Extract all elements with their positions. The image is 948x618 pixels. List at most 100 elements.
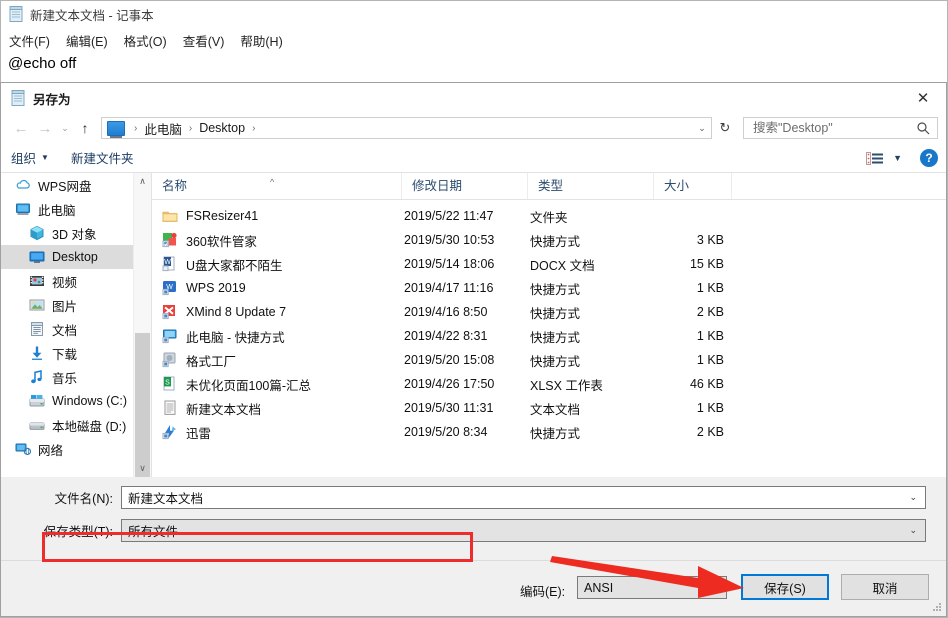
sidebar-item-0[interactable]: WPS网盘: [1, 173, 151, 197]
file-type-cell: 快捷方式: [528, 303, 654, 322]
menu-edit[interactable]: 编辑(E): [66, 31, 108, 50]
file-size-cell: 1 KB: [654, 353, 728, 367]
sidebar-item-5[interactable]: 图片: [1, 293, 151, 317]
search-input[interactable]: [751, 120, 915, 136]
resize-grip-icon[interactable]: [932, 603, 942, 613]
dialog-titlebar: 另存为 ✕: [1, 83, 946, 113]
file-name-label: 未优化页面100篇-汇总: [186, 375, 311, 394]
download-icon: [29, 345, 45, 361]
up-icon[interactable]: ↑: [73, 116, 97, 140]
sidebar-item-label: WPS网盘: [38, 176, 91, 195]
save-button[interactable]: 保存(S): [741, 574, 829, 600]
filename-value: 新建文本文档: [122, 488, 203, 507]
file-type-cell: 快捷方式: [528, 423, 654, 442]
new-folder-button[interactable]: 新建文件夹: [71, 148, 134, 167]
file-type-cell: 快捷方式: [528, 231, 654, 250]
sidebar-item-label: 网络: [38, 440, 63, 459]
sidebar-item-4[interactable]: 视频: [1, 269, 151, 293]
word-doc-icon: W: [162, 256, 178, 272]
file-date-cell: 2019/5/20 8:34: [402, 425, 528, 439]
navigation-scrollbar[interactable]: ∧ ∨: [133, 173, 151, 477]
file-name-cell: FSResizer41: [152, 208, 402, 224]
sidebar-item-label: Windows (C:): [52, 394, 127, 408]
file-name-label: 360软件管家: [186, 231, 257, 250]
sidebar-item-label: 此电脑: [38, 200, 76, 219]
file-date-cell: 2019/5/30 10:53: [402, 233, 528, 247]
sidebar-item-10[interactable]: 本地磁盘 (D:): [1, 413, 151, 437]
organize-button[interactable]: 组织 ▼: [11, 148, 49, 167]
back-icon[interactable]: ←: [9, 116, 33, 140]
sidebar-item-label: 视频: [52, 272, 77, 291]
column-header-date[interactable]: 修改日期: [402, 173, 528, 199]
cube-icon: [29, 225, 45, 241]
folder-icon: [162, 208, 178, 224]
sidebar-item-label: 图片: [52, 296, 77, 315]
sidebar-item-6[interactable]: 文档: [1, 317, 151, 341]
sidebar-item-9[interactable]: Windows (C:): [1, 389, 151, 413]
refresh-icon[interactable]: ↻: [713, 116, 737, 140]
sidebar-item-3[interactable]: Desktop: [1, 245, 151, 269]
chevron-down-icon[interactable]: ⌄: [909, 492, 917, 503]
recent-locations-icon[interactable]: ⌄: [57, 123, 73, 134]
new-folder-label: 新建文件夹: [71, 148, 134, 167]
file-name-cell: WWPS 2019: [152, 280, 402, 296]
table-row[interactable]: 新建文本文档2019/5/30 11:31文本文档1 KB: [152, 396, 946, 420]
encoding-select[interactable]: ANSI: [577, 576, 727, 599]
chevron-down-icon[interactable]: ▼: [893, 153, 902, 163]
file-name-cell: 此电脑 - 快捷方式: [152, 327, 402, 346]
column-header-size[interactable]: 大小: [654, 173, 732, 199]
breadcrumb-item-desktop[interactable]: Desktop: [197, 121, 247, 135]
table-row[interactable]: 360软件管家2019/5/30 10:53快捷方式3 KB: [152, 228, 946, 252]
table-row[interactable]: XMind 8 Update 72019/4/16 8:50快捷方式2 KB: [152, 300, 946, 324]
cancel-button[interactable]: 取消: [841, 574, 929, 600]
filename-input[interactable]: 新建文本文档 ⌄: [121, 486, 926, 509]
music-icon: [29, 369, 45, 385]
notepad-titlebar: 新建文本文档 - 记事本: [1, 1, 947, 27]
view-mode-icon[interactable]: [866, 152, 883, 165]
table-row[interactable]: FSResizer412019/5/22 11:47文件夹: [152, 204, 946, 228]
breadcrumb-item-this-pc[interactable]: 此电脑: [142, 119, 184, 138]
column-header-name[interactable]: ^ 名称: [152, 173, 402, 199]
table-row[interactable]: 格式工厂2019/5/20 15:08快捷方式1 KB: [152, 348, 946, 372]
table-row[interactable]: 迅雷2019/5/20 8:34快捷方式2 KB: [152, 420, 946, 444]
close-icon[interactable]: ✕: [900, 83, 946, 113]
table-row[interactable]: WWPS 20192019/4/17 11:16快捷方式1 KB: [152, 276, 946, 300]
table-row[interactable]: 此电脑 - 快捷方式2019/4/22 8:31快捷方式1 KB: [152, 324, 946, 348]
sidebar-item-8[interactable]: 音乐: [1, 365, 151, 389]
file-type-cell: 快捷方式: [528, 327, 654, 346]
search-box[interactable]: [743, 117, 938, 139]
sidebar-item-11[interactable]: 网络: [1, 437, 151, 461]
help-icon[interactable]: ?: [920, 149, 938, 167]
filetype-value: 所有文件: [122, 521, 178, 540]
file-date-cell: 2019/5/30 11:31: [402, 401, 528, 415]
pc-icon: [107, 121, 125, 136]
sidebar-item-1[interactable]: 此电脑: [1, 197, 151, 221]
filetype-label: 保存类型(T):: [1, 521, 121, 540]
navigation-tree: WPS网盘此电脑 3D 对象Desktop 视频图片文档下载音乐 Windows (C…: [1, 173, 151, 461]
menu-view[interactable]: 查看(V): [183, 31, 225, 50]
filetype-select[interactable]: 所有文件 ⌄: [121, 519, 926, 542]
menu-format[interactable]: 格式(O): [124, 31, 167, 50]
sidebar-item-7[interactable]: 下载: [1, 341, 151, 365]
file-name-label: U盘大家都不陌生: [186, 255, 283, 274]
chevron-down-icon[interactable]: ⌄: [909, 525, 917, 536]
file-name-cell: W U盘大家都不陌生: [152, 255, 402, 274]
scrollbar-thumb[interactable]: [135, 333, 150, 477]
scroll-up-icon[interactable]: ∧: [134, 173, 151, 190]
menu-file[interactable]: 文件(F): [9, 31, 50, 50]
breadcrumb[interactable]: › 此电脑 › Desktop › ⌄: [101, 117, 712, 139]
menu-help[interactable]: 帮助(H): [240, 31, 282, 50]
save-as-dialog: 另存为 ✕ ← → ⌄ ↑ › 此电脑 › Desktop › ⌄ ↻: [0, 82, 947, 617]
forward-icon[interactable]: →: [33, 116, 57, 140]
sidebar-item-2[interactable]: 3D 对象: [1, 221, 151, 245]
file-list-pane: ^ 名称 修改日期 类型 大小 FSResizer412019/5/22 11:…: [151, 173, 946, 477]
column-header-type[interactable]: 类型: [528, 173, 654, 199]
file-name-cell: 新建文本文档: [152, 399, 402, 418]
wps-icon: W: [162, 280, 178, 296]
scroll-down-icon[interactable]: ∨: [134, 460, 151, 477]
table-row[interactable]: WU盘大家都不陌生2019/5/14 18:06DOCX 文档15 KB: [152, 252, 946, 276]
table-row[interactable]: S未优化页面100篇-汇总2019/4/26 17:50XLSX 工作表46 K…: [152, 372, 946, 396]
chevron-down-icon[interactable]: ⌄: [693, 123, 711, 134]
picture-icon: [29, 297, 45, 313]
app-360-icon: [162, 232, 178, 248]
